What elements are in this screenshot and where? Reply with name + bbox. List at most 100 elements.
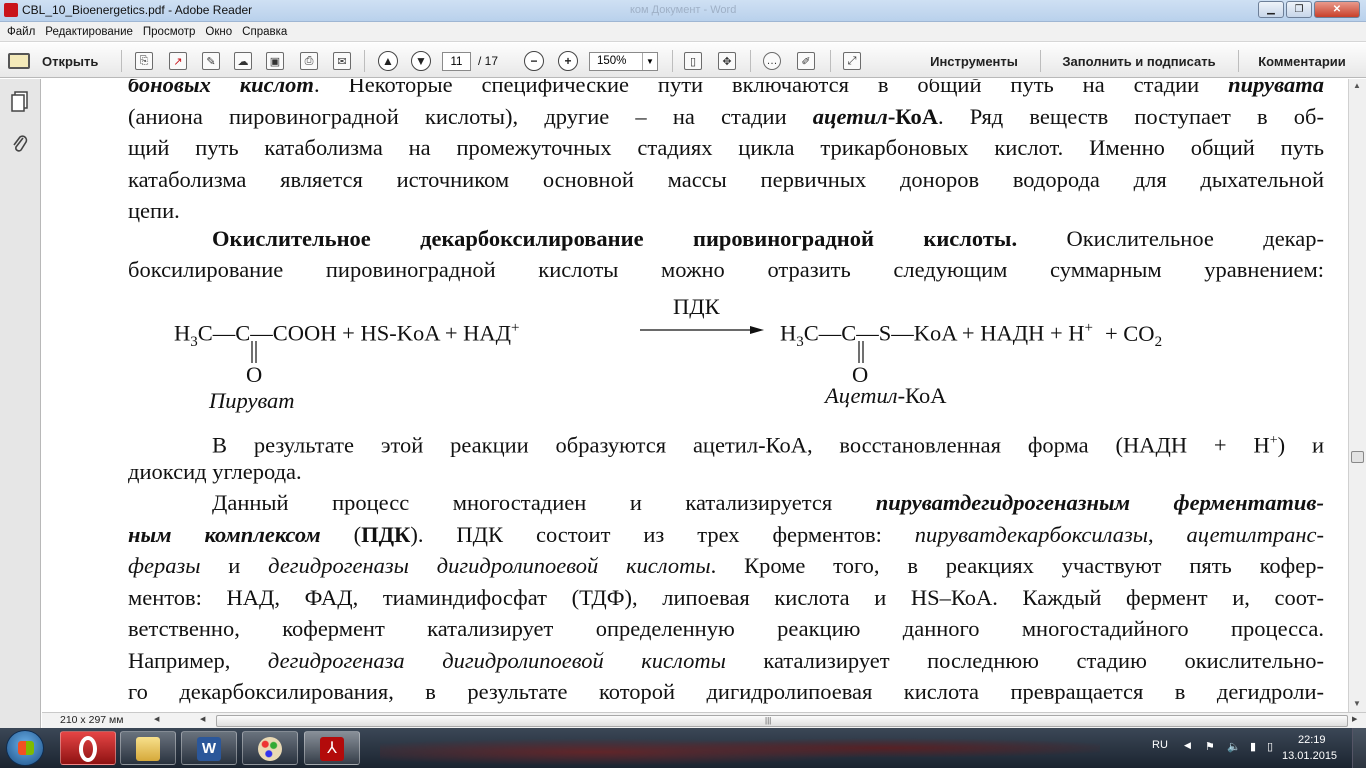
start-button[interactable]	[6, 730, 44, 766]
action-center-flag-icon[interactable]: ⚑	[1205, 740, 1215, 753]
navigation-panel	[0, 79, 41, 728]
edit-icon: ✎	[202, 52, 220, 70]
text-run: ветственно, кофермент катализирует опред…	[128, 616, 1324, 641]
fill-sign-button[interactable]: Заполнить и подписать	[1046, 49, 1232, 73]
menu-view[interactable]: Просмотр	[138, 26, 201, 38]
text-run: ацетилтранс-	[1186, 521, 1324, 547]
maximize-button[interactable]: ❐	[1286, 1, 1312, 18]
text-run: пируватдекарбоксилазы	[914, 521, 1148, 547]
text-line: цепи.	[128, 197, 1324, 225]
text-run: ПДК	[361, 521, 411, 547]
zoom-select[interactable]: 150% ▼	[589, 52, 658, 71]
windows-logo-icon	[18, 741, 34, 755]
highlight-button[interactable]: ✐	[794, 49, 818, 73]
acetyl-coa-label: Ацетил-КоА	[825, 383, 947, 408]
next-page-button[interactable]: ▼	[409, 49, 433, 73]
text-run: дегидрогеназы дигидролипоевой кислоты	[268, 553, 711, 578]
taskbar-paint[interactable]	[242, 731, 298, 765]
tools-button[interactable]: Инструменты	[914, 49, 1034, 73]
toolbar-separator	[121, 50, 122, 72]
text-line: ментов: НАД, ФАД, тиаминдифосфат (ТДФ), …	[128, 584, 1324, 612]
page-size-chevron-icon[interactable]: ◀	[154, 715, 159, 723]
text-run: катализирует последнюю стадию окислитель…	[725, 647, 1325, 673]
open-button[interactable]: Открыть	[8, 49, 106, 73]
text-run: пирувата	[1228, 79, 1324, 97]
text-run: боновых кислот	[128, 79, 314, 97]
taskbar-opera[interactable]	[60, 731, 116, 765]
minus-icon: −	[524, 51, 544, 71]
create-pdf-button[interactable]: ⎘	[132, 49, 156, 73]
clock-date[interactable]: 13.01.2015	[1282, 750, 1337, 762]
save-button[interactable]: ▣	[263, 49, 287, 73]
scroll-up-icon[interactable]: ▲	[1353, 81, 1361, 90]
scroll-down-icon[interactable]: ▼	[1353, 699, 1361, 708]
section-heading: Окислительное декарбоксилирование пирови…	[212, 226, 1018, 251]
network-icon[interactable]: ▮	[1250, 740, 1256, 753]
folder-icon	[136, 737, 160, 761]
text-run: (	[320, 521, 362, 547]
text-run: ). ПДК состоит из трех ферментов:	[410, 521, 915, 547]
menu-file[interactable]: Файл	[2, 26, 40, 38]
maximize-icon: ❐	[1294, 4, 1304, 15]
chevron-down-icon[interactable]: ▼	[642, 53, 657, 70]
comments-button[interactable]: Комментарии	[1244, 49, 1360, 73]
text-run: го декарбоксилирования, в результате кот…	[128, 679, 1324, 704]
heading-line: Окислительное декарбоксилирование пирови…	[128, 225, 1324, 253]
text-run: цепи.	[128, 198, 180, 223]
result-line-2: диоксид углерода.	[128, 459, 302, 484]
heading-rest: Окислительное декар-	[1017, 226, 1325, 251]
menu-help[interactable]: Справка	[237, 26, 292, 38]
scroll-grip-icon: |||	[765, 716, 772, 725]
text-run: пируватдегидрогеназным ферментатив-	[875, 490, 1324, 515]
show-desktop-button[interactable]	[1352, 728, 1366, 768]
print-button[interactable]: ⎙	[297, 49, 321, 73]
adobe-reader-icon: ⅄	[320, 737, 344, 761]
status-bar: 210 x 297 мм ◀ ◀ ||| ▶	[42, 712, 1366, 728]
tray-expand-icon[interactable]: ◀	[1184, 740, 1191, 751]
adobe-reader-icon	[4, 3, 18, 17]
export-pdf-button[interactable]: ↗	[166, 49, 190, 73]
text-run: . Некоторые специфические пути включаютс…	[313, 79, 1229, 97]
comment-button[interactable]: …	[760, 49, 784, 73]
text-run: ,	[1147, 521, 1187, 547]
text-run: дегидрогеназа дигидролипоевой кислоты	[267, 647, 726, 673]
menu-window[interactable]: Окно	[200, 26, 237, 38]
fit-page-button[interactable]: ▯	[681, 49, 705, 73]
email-button[interactable]: ✉	[330, 49, 354, 73]
page-size: 210 x 297 мм	[60, 714, 124, 726]
fit-page-icon: ▯	[684, 52, 702, 70]
palette-icon	[258, 737, 282, 761]
speech-bubble-icon: …	[763, 52, 781, 70]
paperclip-icon[interactable]	[11, 133, 29, 155]
page-number-input[interactable]	[442, 52, 471, 71]
clock-time[interactable]: 22:19	[1298, 734, 1326, 746]
title-bar: CBL_10_Bioenergetics.pdf - Adobe Reader …	[0, 0, 1366, 22]
fullscreen-button[interactable]: ⤢	[840, 49, 864, 73]
minimize-button[interactable]: ▁	[1258, 1, 1284, 18]
zoom-out-button[interactable]: −	[522, 49, 546, 73]
text-run: катаболизма является источником основной…	[128, 166, 1324, 192]
menu-edit[interactable]: Редактирование	[40, 26, 138, 38]
background-window-title: ком Документ - Word	[630, 4, 737, 16]
scroll-thumb[interactable]	[1351, 451, 1364, 463]
menu-bar: Файл Редактирование Просмотр Окно Справк…	[0, 22, 1366, 42]
prev-page-button[interactable]: ▲	[376, 49, 400, 73]
vertical-scrollbar[interactable]: ▲ ▼	[1348, 79, 1366, 712]
taskbar-word[interactable]: W	[181, 731, 237, 765]
export-pdf-icon: ↗	[169, 52, 187, 70]
upload-button[interactable]: ☁	[231, 49, 255, 73]
edit-pdf-button[interactable]: ✎	[199, 49, 223, 73]
scroll-right-icon[interactable]: ▶	[1352, 715, 1357, 723]
horizontal-scrollbar[interactable]: |||	[216, 715, 1348, 727]
power-icon[interactable]: ▯	[1267, 740, 1273, 753]
enzyme-label: ПДК	[673, 294, 720, 319]
page-thumbnails-icon[interactable]	[11, 91, 29, 113]
taskbar-adobe-reader[interactable]: ⅄	[304, 731, 360, 765]
zoom-in-button[interactable]: +	[556, 49, 580, 73]
volume-icon[interactable]: 🔈	[1227, 740, 1241, 753]
taskbar-explorer[interactable]	[120, 731, 176, 765]
fit-width-button[interactable]: ✥	[715, 49, 739, 73]
close-button[interactable]: ✕	[1314, 1, 1360, 18]
scroll-left-icon[interactable]: ◀	[200, 715, 205, 723]
language-indicator[interactable]: RU	[1152, 739, 1168, 751]
